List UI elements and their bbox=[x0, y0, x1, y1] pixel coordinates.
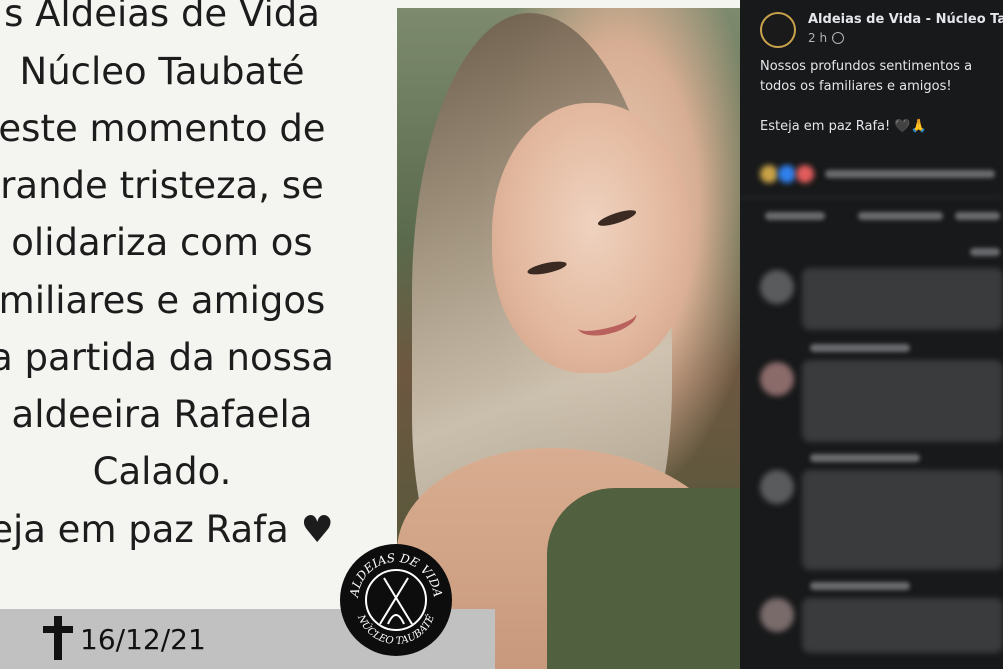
message-line: rande tristeza, se bbox=[0, 164, 324, 207]
logo-top-text: ALDEIAS DE VIDA bbox=[347, 551, 445, 599]
globe-icon bbox=[832, 32, 844, 44]
comment-actions[interactable] bbox=[810, 582, 910, 590]
page-name[interactable]: Aldeias de Vida - Núcleo Taubaté bbox=[808, 12, 1003, 27]
avatar[interactable] bbox=[760, 470, 794, 504]
post-time[interactable]: 2 h · bbox=[808, 31, 835, 45]
comment-button[interactable] bbox=[858, 212, 943, 220]
reaction-icons[interactable] bbox=[760, 165, 778, 183]
comment-actions[interactable] bbox=[810, 344, 910, 352]
cross-icon bbox=[43, 616, 73, 660]
reaction-count[interactable] bbox=[825, 170, 995, 178]
message-line: miliares e amigos bbox=[0, 279, 326, 322]
comment-bubble bbox=[802, 360, 1003, 442]
message-line: Calado. bbox=[92, 450, 232, 493]
heart-icon bbox=[796, 165, 814, 183]
message-line: s Aldeias de Vida bbox=[4, 0, 320, 35]
post-text: Nossos profundos sentimentos a todos os … bbox=[760, 57, 1003, 137]
memorial-date: 16/12/21 bbox=[80, 623, 206, 656]
like-icon bbox=[778, 165, 796, 183]
memorial-card: s Aldeias de Vida Núcleo Taubaté este mo… bbox=[0, 0, 740, 669]
message-line: aldeeira Rafaela bbox=[11, 393, 313, 436]
green-top bbox=[547, 488, 740, 669]
comment-bubble bbox=[802, 598, 1003, 653]
svg-text:ALDEIAS DE VIDA: ALDEIAS DE VIDA bbox=[347, 551, 445, 599]
facebook-post-panel: Aldeias de Vida - Núcleo Taubaté 2 h · N… bbox=[740, 0, 1003, 669]
message-line: este momento de bbox=[0, 107, 326, 150]
message-line: a partida da nossa bbox=[0, 336, 334, 379]
message-line: olidariza com os bbox=[11, 221, 313, 264]
comment-actions[interactable] bbox=[810, 454, 920, 462]
page-avatar[interactable] bbox=[760, 12, 796, 48]
post-text-line: Esteja em paz Rafa! 🖤🙏 bbox=[760, 119, 927, 134]
avatar[interactable] bbox=[760, 270, 794, 304]
avatar[interactable] bbox=[760, 598, 794, 632]
like-button[interactable] bbox=[765, 212, 825, 220]
comment-bubble bbox=[802, 268, 1003, 330]
divider bbox=[740, 197, 1003, 198]
aldeias-de-vida-logo: ALDEIAS DE VIDA NÚCLEO TAUBATÉ bbox=[340, 544, 452, 656]
avatar[interactable] bbox=[760, 362, 794, 396]
share-button[interactable] bbox=[955, 212, 1000, 220]
message-line: eja em paz Rafa ♥ bbox=[0, 508, 334, 551]
comment-bubble bbox=[802, 470, 1003, 570]
post-text-line: Nossos profundos sentimentos a todos os … bbox=[760, 59, 973, 94]
comment-sort[interactable] bbox=[970, 248, 1000, 256]
message-line: Núcleo Taubaté bbox=[19, 50, 305, 93]
